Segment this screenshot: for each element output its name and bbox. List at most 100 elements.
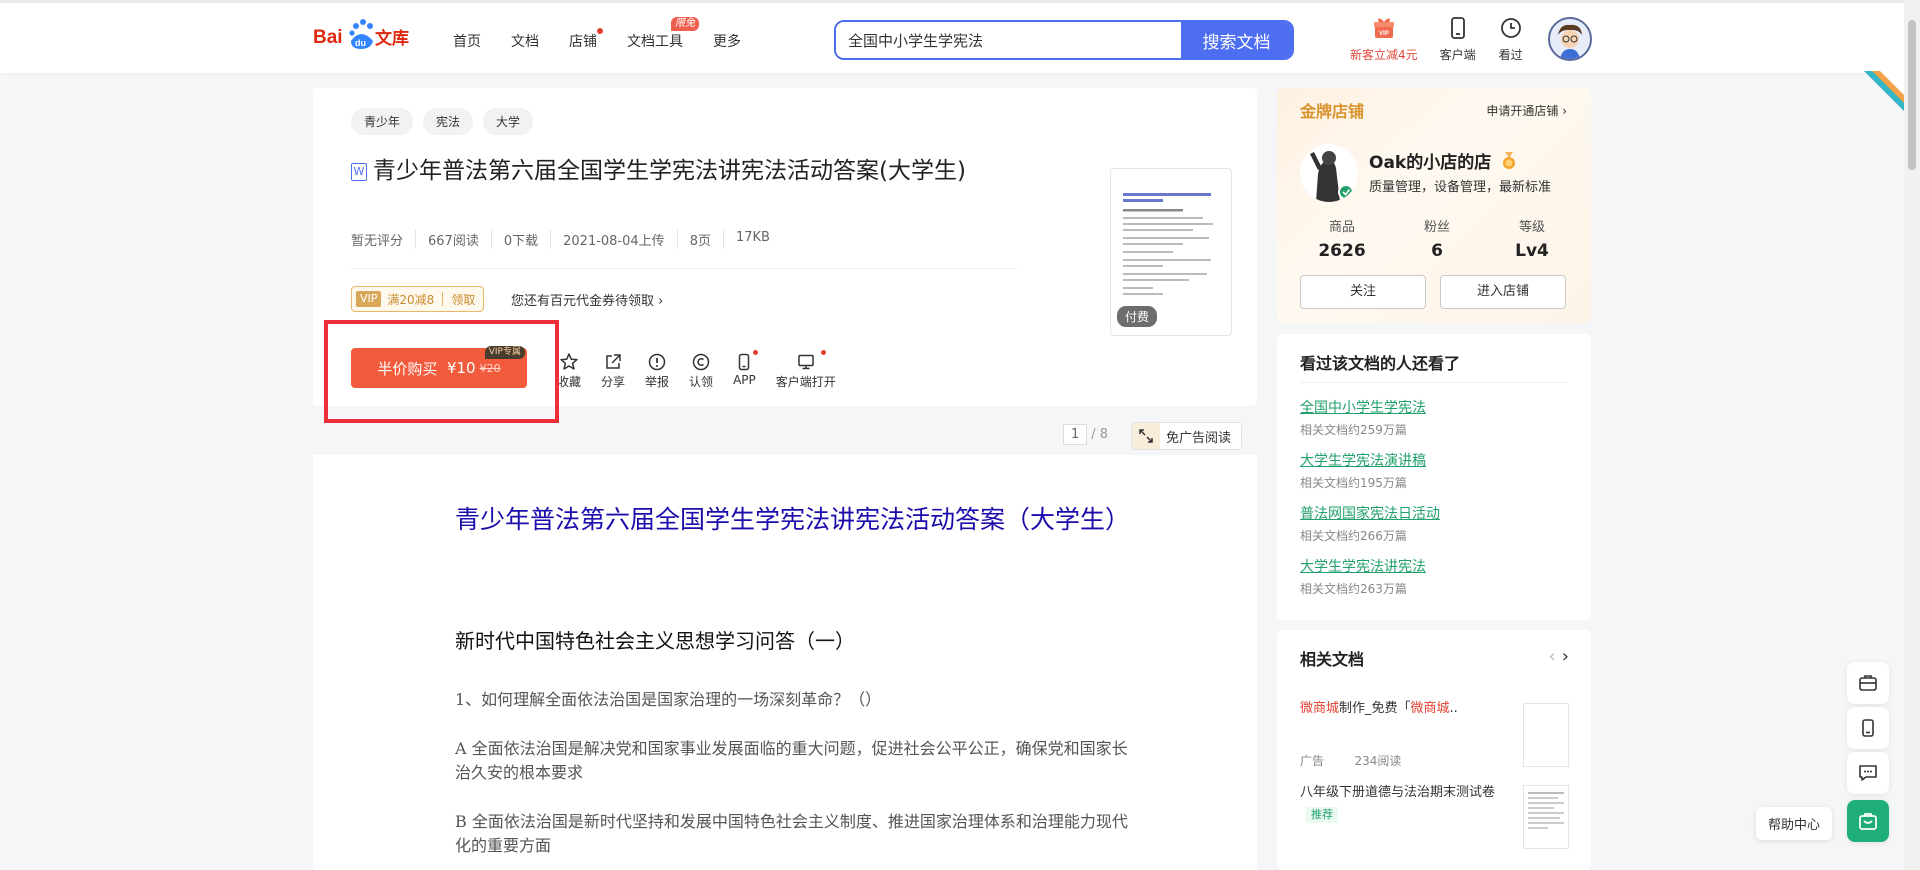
baidu-wenku-logo[interactable]: Bai du 文库 (313, 17, 423, 53)
nav-label: 店铺 (569, 34, 597, 50)
page-input[interactable]: 1 (1063, 424, 1088, 445)
reader-toolbar: 1/ 8 免广告阅读 (313, 414, 1257, 454)
help-center-button[interactable] (1847, 800, 1889, 842)
new-user-discount[interactable]: VIP 新客立减4元 (1350, 15, 1418, 63)
svg-text:Bai: Bai (313, 27, 343, 48)
question-text: 1、如何理解全面依法治国是国家治理的一场深刻革命？（） (455, 690, 882, 709)
expand-icon (1132, 423, 1160, 449)
apply-shop-link[interactable]: 申请开通店铺 › (1486, 102, 1567, 119)
action-label: APP (733, 373, 756, 387)
vip-badge: VIP (356, 291, 382, 307)
list-item[interactable]: 全国中小学生学宪法 相关文档约259万篇 (1300, 397, 1426, 438)
related-ad-meta: 广告 234阅读 (1300, 752, 1401, 769)
history[interactable]: 看过 (1498, 15, 1524, 63)
search-input[interactable] (836, 22, 1181, 58)
svg-text:du: du (355, 38, 366, 48)
document-page: 青少年普法第六届全国学生学宪法讲宪法活动答案（大学生） 新时代中国特色社会主义思… (313, 455, 1257, 870)
list-item[interactable]: 大学生学宪法演讲稿 相关文档约195万篇 (1300, 450, 1426, 491)
list-item[interactable]: 大学生学宪法讲宪法 相关文档约263万篇 (1300, 556, 1426, 597)
action-label: 认领 (689, 375, 714, 389)
list-item[interactable]: 普法网国家宪法日活动 相关文档约266万篇 (1300, 503, 1440, 544)
favorite-button[interactable]: 收藏 (557, 352, 581, 390)
briefcase-float-button[interactable] (1847, 662, 1889, 704)
claim-button[interactable]: 认领 (689, 352, 713, 390)
document-heading: 青少年普法第六届全国学生学宪法讲宪法活动答案（大学生） (455, 505, 1131, 534)
nav-shop[interactable]: 店铺 (569, 28, 603, 51)
ad-free-reading-button[interactable]: 免广告阅读 (1131, 422, 1243, 450)
related-ad-item[interactable]: 微商城制作_免费「微商城.. (1300, 698, 1520, 720)
item-link: 大学生学宪法讲宪法 (1300, 559, 1426, 575)
related-thumbnail[interactable] (1523, 785, 1569, 849)
star-icon (560, 353, 578, 370)
tag[interactable]: 宪法 (423, 108, 474, 135)
related-thumbnail[interactable] (1523, 703, 1569, 767)
shop-avatar[interactable] (1300, 144, 1358, 202)
voucher-tip[interactable]: 您还有百元代金券待领取 › (511, 290, 663, 309)
action-label: 举报 (645, 375, 670, 389)
scrollbar-thumb[interactable] (1908, 20, 1916, 170)
top-nav: 首页 文档 店铺 文档工具 限免 更多 (453, 17, 771, 51)
also-viewed-panel: 看过该文档的人还看了 全国中小学生学宪法 相关文档约259万篇 大学生学宪法演讲稿… (1277, 334, 1591, 620)
notification-dot (597, 28, 603, 34)
nav-doc-tools[interactable]: 文档工具 限免 (627, 17, 699, 51)
divider (351, 268, 1017, 269)
copyright-icon (692, 353, 710, 371)
item-link: 全国中小学生学宪法 (1300, 400, 1426, 416)
stat-value: 2626 (1318, 241, 1366, 261)
nav-label: 更多 (713, 34, 741, 50)
app-button[interactable]: APP (733, 350, 758, 390)
help-center-tooltip: 帮助中心 (1756, 807, 1833, 840)
doc-thumbnail[interactable]: 付费 (1110, 168, 1232, 336)
notification-dot (820, 350, 826, 355)
doc-actions: 收藏 分享 举报 认领 APP 客户端打开 (557, 350, 856, 390)
gold-medal-icon (1503, 152, 1516, 169)
client-download[interactable]: 客户端 (1440, 15, 1476, 63)
follow-button[interactable]: 关注 (1300, 275, 1426, 309)
upload-date: 2021-08-04上传 (550, 230, 677, 249)
stat-value: Lv4 (1515, 241, 1549, 261)
report-button[interactable]: 举报 (645, 352, 669, 390)
open-in-client-button[interactable]: 客户端打开 (776, 350, 836, 390)
corner-ribbon-icon[interactable] (1860, 71, 1904, 111)
related-doc-item[interactable]: 八年级下册道德与法治期末测试卷推荐 (1300, 782, 1520, 826)
chat-icon (1859, 765, 1877, 781)
feedback-float-button[interactable] (1847, 752, 1889, 794)
panel-title: 看过该文档的人还看了 (1300, 354, 1461, 373)
item-count: 相关文档约266万篇 (1300, 529, 1407, 543)
chevron-right-icon[interactable]: › (1562, 646, 1569, 667)
read-count: 234阅读 (1354, 754, 1402, 768)
share-button[interactable]: 分享 (601, 352, 625, 390)
nav-more[interactable]: 更多 (713, 31, 741, 51)
page-count: 8页 (676, 230, 723, 249)
tag[interactable]: 青少年 (351, 108, 414, 135)
download-count: 0下载 (490, 230, 550, 249)
doc-title: W 青少年普法第六届全国学生学宪法讲宪法活动答案(大学生) (351, 154, 981, 188)
search-bar: 搜索文档 (834, 20, 1294, 60)
enter-shop-button[interactable]: 进入店铺 (1440, 275, 1566, 309)
shop-name[interactable]: Oak的小店的店 (1369, 148, 1517, 173)
option-text: A 全面依法治国是解决党和国家事业发展面临的重大问题，促进社会公平公正，确保党和… (455, 739, 1128, 782)
nav-home[interactable]: 首页 (453, 31, 481, 51)
header-icons: VIP 新客立减4元 客户端 看过 (1350, 15, 1546, 63)
phone-icon (1450, 17, 1465, 39)
vip-gift-icon: VIP (1373, 18, 1394, 38)
tag[interactable]: 大学 (483, 108, 534, 135)
read-count: 667阅读 (415, 230, 491, 249)
stat-products: 商品 2626 (1307, 216, 1377, 261)
mobile-float-button[interactable] (1847, 707, 1889, 749)
panel-title: 相关文档 (1300, 650, 1365, 669)
phone-icon (739, 353, 750, 371)
notification-dot (752, 350, 758, 355)
nav-docs[interactable]: 文档 (511, 31, 539, 51)
vip-coupon[interactable]: VIP 满20减8 领取 (351, 286, 485, 312)
chevron-left-icon[interactable]: ‹ (1549, 646, 1556, 667)
stat-label: 商品 (1328, 220, 1355, 235)
user-avatar[interactable] (1548, 17, 1592, 61)
item-text: 八年级下册道德与法治期末测试卷 (1300, 785, 1496, 800)
word-doc-icon: W (351, 163, 367, 181)
item-link: 普法网国家宪法日活动 (1300, 506, 1440, 522)
search-button[interactable]: 搜索文档 (1181, 22, 1292, 58)
page-scrollbar[interactable] (1904, 0, 1920, 870)
shop-name-text: Oak的小店的店 (1369, 153, 1492, 173)
option-text: B 全面依法治国是新时代坚持和发展中国特色社会主义制度、推进国家治理体系和治理能… (455, 812, 1128, 855)
